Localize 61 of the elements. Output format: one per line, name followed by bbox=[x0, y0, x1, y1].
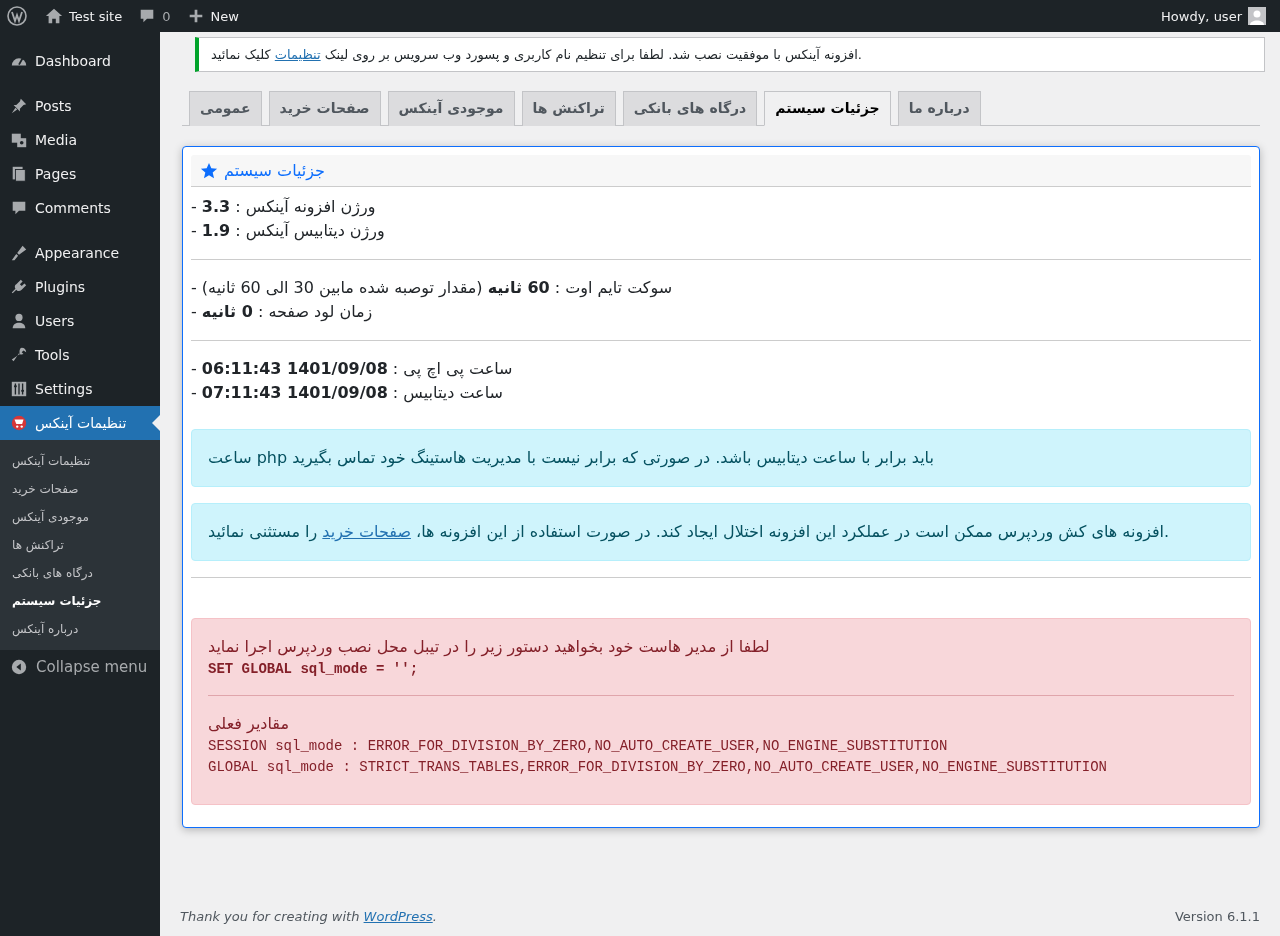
collapse-menu-button[interactable]: Collapse menu bbox=[0, 650, 160, 684]
menu-item[interactable]: Users bbox=[0, 304, 160, 338]
cart-icon bbox=[10, 414, 28, 432]
home-icon bbox=[45, 7, 63, 25]
detail-line: زمان لود صفحه : 0 ثانیه - bbox=[191, 301, 374, 324]
nav-tab[interactable]: جزئیات سیستم bbox=[764, 91, 891, 126]
wrench-icon bbox=[10, 346, 28, 364]
nav-tab[interactable]: موجودی آینکس bbox=[387, 91, 515, 126]
nav-tab[interactable]: صفحات خرید bbox=[268, 91, 381, 126]
settings-link[interactable]: تنظیمات bbox=[274, 47, 321, 62]
star-icon bbox=[200, 161, 218, 180]
submenu-item[interactable]: درگاه های بانکی bbox=[0, 559, 160, 587]
new-link[interactable]: New bbox=[180, 0, 245, 32]
menu-item[interactable]: Media bbox=[0, 123, 160, 157]
card-title: جزئیات سیستم bbox=[224, 161, 325, 180]
site-link[interactable]: Test site bbox=[39, 0, 129, 32]
avatar-icon bbox=[1248, 7, 1266, 25]
submenu-item[interactable]: تراکنش ها bbox=[0, 531, 160, 559]
notice-message: .افزونه آینکس با موفقیت نصب شد. لطفا برای تنظیم نام کاربری و پسورد وب سرویس بر روی لینک تنظیمات کلیک نمائید bbox=[211, 47, 863, 62]
comment-icon bbox=[10, 199, 28, 217]
user-icon bbox=[10, 312, 28, 330]
menu-item[interactable]: Dashboard bbox=[0, 44, 160, 78]
submenu-item[interactable]: موجودی آینکس bbox=[0, 503, 160, 531]
sliders-icon bbox=[10, 380, 28, 398]
menu-item[interactable]: Plugins bbox=[0, 270, 160, 304]
media-icon bbox=[10, 131, 28, 149]
current-values-title: مقادیر فعلی bbox=[208, 713, 291, 735]
submenu-item[interactable]: جزئیات سیستم bbox=[0, 587, 160, 615]
info-message: .افزونه های کش وردپرس ممکن است در عملکرد این افزونه اختلال ایجاد کند. در صورت استفاده از این افزونه ها، صفحات خرید را مستثنی نمائید bbox=[208, 521, 1171, 544]
menu-item[interactable]: Tools bbox=[0, 338, 160, 372]
nav-tab[interactable]: درباره ما bbox=[897, 91, 981, 126]
wordpress-logo-icon[interactable] bbox=[7, 6, 27, 26]
pin-icon bbox=[10, 97, 28, 115]
menu-item[interactable]: Posts bbox=[0, 89, 160, 123]
account-link[interactable]: Howdy, user bbox=[1155, 0, 1272, 32]
menu-item[interactable]: تنظیمات آینکس bbox=[0, 406, 160, 440]
submenu-item[interactable]: درباره آینکس bbox=[0, 615, 160, 643]
sql-mode-value: GLOBAL sql_mode : STRICT_TRANS_TABLES,ERROR_FOR_DIVISION_BY_ZERO,NO_AUTO_CREATE_USER,NO_ENGINE_SUBSTITUTION bbox=[208, 758, 1108, 777]
purchase-pages-link[interactable]: صفحات خرید bbox=[322, 522, 411, 541]
alert-message: لطفا از مدیر هاست خود بخواهید دستور زیر را در تیبل محل نصب وردپرس اجرا نماید bbox=[208, 636, 771, 659]
menu-item[interactable]: Pages bbox=[0, 157, 160, 191]
detail-line: سوکت تایم اوت : 60 ثانیه (مقدار توصبه شده مابین 30 الی 60 ثانیه) - bbox=[191, 277, 674, 300]
wordpress-link[interactable]: WordPress bbox=[363, 909, 433, 924]
submenu-item[interactable]: صفحات خرید bbox=[0, 475, 160, 503]
nav-tab[interactable]: عمومی bbox=[189, 91, 262, 126]
pages-icon bbox=[10, 165, 28, 183]
sql-mode-value: SESSION sql_mode : ERROR_FOR_DIVISION_BY_ZERO,NO_AUTO_CREATE_USER,NO_ENGINE_SUBSTITUTION bbox=[208, 737, 949, 756]
comments-link[interactable]: 0 bbox=[132, 0, 177, 32]
plug-icon bbox=[10, 278, 28, 296]
nav-tab[interactable]: تراکنش ها bbox=[521, 91, 616, 126]
collapse-icon bbox=[10, 658, 28, 676]
sql-command: SET GLOBAL sql_mode = ''; bbox=[208, 660, 420, 679]
menu-item[interactable]: Comments bbox=[0, 191, 160, 225]
menu-item[interactable]: Settings bbox=[0, 372, 160, 406]
footer-credit: Thank you for creating with WordPress. bbox=[180, 909, 437, 924]
nav-tab[interactable]: درگاه های بانکی bbox=[622, 91, 758, 126]
submenu-item[interactable]: تنظیمات آینکس bbox=[0, 447, 160, 475]
info-message: ساعت php باید برابر با ساعت دیتابیس باشد. در صورتی که برابر نیست با مدیریت هاستینگ خود تماس بگیرید bbox=[208, 447, 935, 470]
menu-item[interactable]: Appearance bbox=[0, 236, 160, 270]
version-text: Version 6.1.1 bbox=[1175, 909, 1260, 924]
brush-icon bbox=[10, 244, 28, 262]
